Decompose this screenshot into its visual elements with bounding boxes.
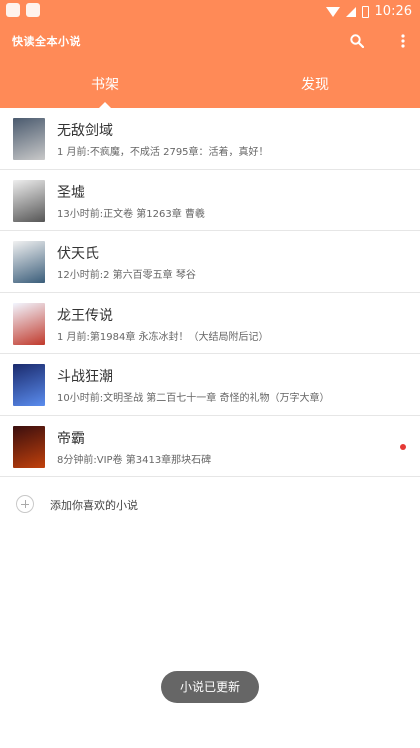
book-latest-chapter: 13小时前:正文卷 第1263章 曹羲 (57, 208, 205, 220)
add-novel-label: 添加你喜欢的小说 (50, 499, 138, 512)
book-cover-image (13, 118, 45, 160)
book-title: 龙王传说 (57, 307, 113, 324)
book-latest-chapter: 12小时前:2 第六百零五章 琴谷 (57, 270, 196, 281)
book-row[interactable]: 龙王传说 1 月前:第1984章 永冻冰封！（大结局附后记） (0, 293, 420, 354)
book-latest-chapter: 10小时前:文明圣战 第二百七十一章 奇怪的礼物（万字大章） (57, 393, 330, 404)
app-title: 快读全本小说 (12, 35, 81, 48)
add-circle-icon (16, 495, 34, 513)
book-row[interactable]: 斗战狂潮 10小时前:文明圣战 第二百七十一章 奇怪的礼物（万字大章） (0, 354, 420, 416)
update-toast: 小说已更新 (161, 671, 259, 703)
book-latest-chapter: 8分钟前:VIP卷 第3413章那块石碑 (57, 454, 212, 466)
search-icon[interactable] (350, 34, 364, 48)
app-notification-icon (6, 3, 20, 17)
add-novel-button[interactable]: 添加你喜欢的小说 (0, 480, 420, 528)
book-title: 帝霸 (57, 430, 85, 447)
tab-bookshelf-label: 书架 (91, 77, 119, 93)
book-cover-image (13, 425, 45, 468)
status-time: 10:26 (374, 4, 412, 19)
book-latest-chapter: 1 月前:不疯魔，不成活 2795章：活着，真好！ (57, 147, 269, 158)
tab-bookshelf[interactable]: 书架 (0, 68, 210, 108)
a-notification-icon (26, 3, 40, 17)
app-bar: 快读全本小说 书架 发现 (0, 24, 420, 108)
wifi-icon (325, 6, 340, 17)
tab-discover[interactable]: 发现 (210, 68, 420, 108)
book-row[interactable]: 圣墟 13小时前:正文卷 第1263章 曹羲 (0, 170, 420, 231)
book-row[interactable]: 帝霸 8分钟前:VIP卷 第3413章那块石碑 (0, 416, 420, 477)
book-cover-image (13, 241, 45, 283)
tab-discover-label: 发现 (301, 77, 329, 93)
tab-bar: 书架 发现 (0, 68, 420, 108)
book-cover-image (13, 302, 45, 345)
book-title: 圣墟 (57, 184, 85, 201)
bookshelf-list: 无敌剑域 1 月前:不疯魔，不成活 2795章：活着，真好！ 圣墟 13小时前:… (0, 108, 420, 477)
book-title: 斗战狂潮 (57, 369, 113, 385)
book-title: 伏天氏 (57, 246, 99, 262)
book-row[interactable]: 无敌剑域 1 月前:不疯魔，不成活 2795章：活着，真好！ (0, 108, 420, 170)
book-latest-chapter: 1 月前:第1984章 永冻冰封！（大结局附后记） (57, 331, 269, 343)
book-cover-image (13, 364, 45, 406)
book-row[interactable]: 伏天氏 12小时前:2 第六百零五章 琴谷 (0, 231, 420, 293)
book-title: 无敌剑域 (57, 123, 113, 139)
more-vert-icon[interactable] (400, 33, 406, 49)
status-system-icons: 10:26 (325, 4, 412, 19)
update-dot-icon (400, 443, 406, 450)
status-notifications (6, 3, 40, 17)
signal-icon (345, 6, 356, 17)
book-cover-image (13, 179, 45, 222)
status-bar: 10:26 (0, 0, 420, 24)
battery-icon (361, 5, 369, 18)
